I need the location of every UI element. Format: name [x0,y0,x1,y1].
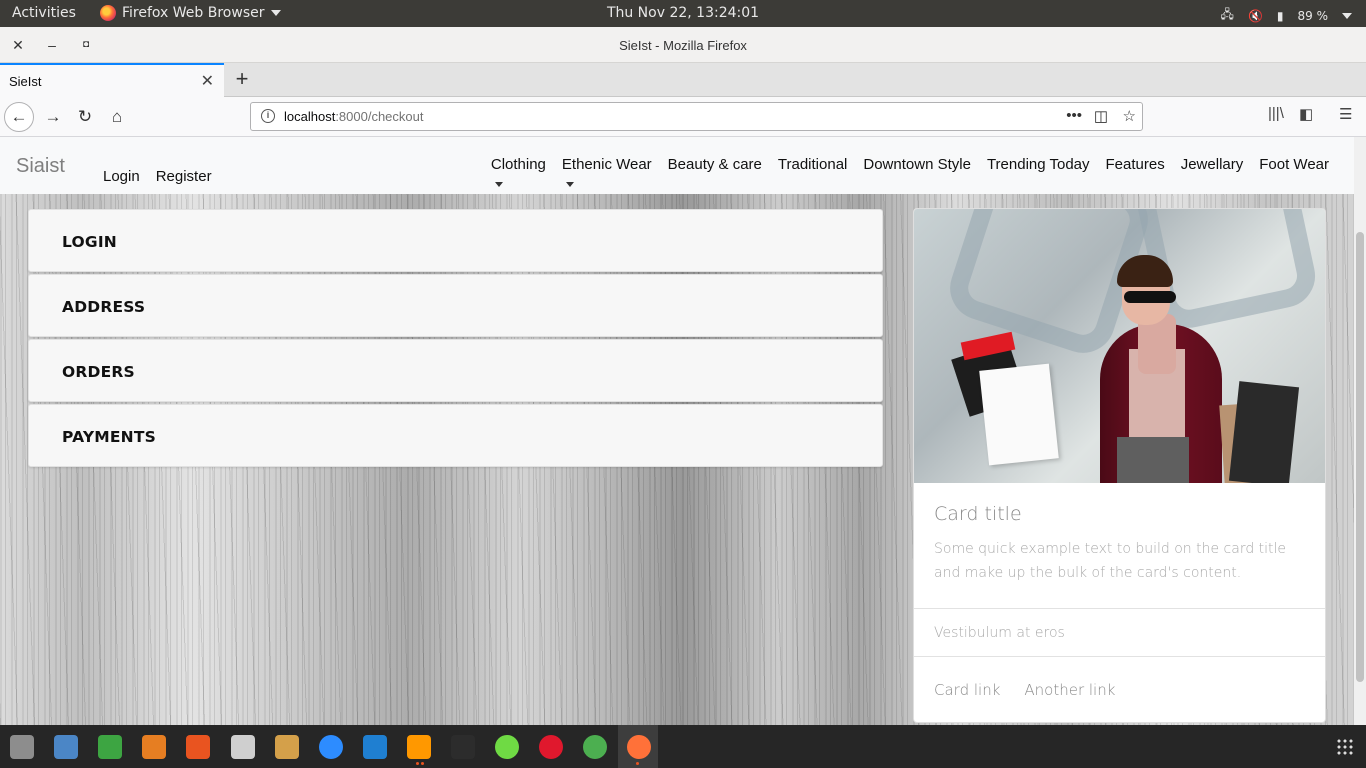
menu-item-traditional[interactable]: Traditional [778,156,847,173]
url-path: :8000/checkout [335,109,424,124]
card-title: Card title [934,503,1022,525]
card-image [914,209,1325,483]
close-tab-icon[interactable]: ✕ [201,71,214,91]
running-indicator [421,762,424,765]
menu-item-clothing[interactable]: Clothing [490,156,546,187]
pocket-icon[interactable]: ◫ [1094,107,1108,125]
checkout-accordion: LOGIN ADDRESS ORDERS PAYMENTS [28,209,883,469]
taskbar-dock [0,725,1366,768]
sublime-icon[interactable] [407,735,431,759]
terminal-icon[interactable] [451,735,475,759]
show-applications-icon[interactable] [1336,738,1354,756]
auth-links: Login Register [103,168,212,185]
url-host: localhost [284,109,336,124]
presentation-icon[interactable] [142,735,166,759]
menu-label: Clothing [490,156,546,173]
clock[interactable]: Thu Nov 22, 13:24:01 [0,5,1366,21]
window-titlebar: ✕ – ◘ SieIst - Mozilla Firefox [0,27,1366,63]
network-icon: 🖧 [1220,7,1234,21]
forward-button[interactable]: → [38,102,68,132]
menu-label: Ethenic Wear [561,156,652,173]
category-menu: Clothing Ethenic Wear Beauty & care Trad… [490,156,1329,187]
accordion-orders[interactable]: ORDERS [28,339,883,402]
vscode-icon[interactable] [363,735,387,759]
reload-button[interactable]: ↻ [70,102,100,132]
tab-title: SieIst [9,74,42,89]
card-list-item: Vestibulum at eros [914,608,1325,657]
running-indicator [636,762,639,765]
card-link[interactable]: Card link [934,681,1000,699]
image-viewer-icon[interactable] [54,735,78,759]
tab-strip: SieIst ✕ + [0,63,1366,97]
model-sunglasses [1124,291,1176,303]
battery-level: 89 % [1297,8,1329,23]
accordion-label: ORDERS [62,363,135,381]
menu-item-jewellary[interactable]: Jewellary [1181,156,1244,173]
zoom-icon[interactable] [319,735,343,759]
chrome-icon[interactable] [583,735,607,759]
page-scrollbar[interactable] [1354,137,1366,725]
new-tab-button[interactable]: + [230,66,254,92]
card-body: Card title Some quick example text to bu… [914,483,1325,608]
firefox-icon[interactable] [627,735,651,759]
upwork-icon[interactable] [495,735,519,759]
dropdown-caret-icon [494,182,503,187]
menu-item-beauty-care[interactable]: Beauty & care [668,156,762,173]
lock-icon[interactable] [275,735,299,759]
site-brand[interactable]: Siaist [16,155,65,178]
home-button[interactable]: ⌂ [102,102,132,132]
url-text[interactable]: localhost:8000/checkout [284,109,424,124]
menu-item-features[interactable]: Features [1106,156,1165,173]
register-link[interactable]: Register [156,168,212,185]
volume-icon: 🔇 [1247,8,1263,23]
login-link[interactable]: Login [103,168,140,185]
accordion-address[interactable]: ADDRESS [28,274,883,337]
opera-icon[interactable] [539,735,563,759]
menu-item-downtown-style[interactable]: Downtown Style [863,156,971,173]
files-icon[interactable] [10,735,34,759]
scrollbar-thumb[interactable] [1356,232,1364,682]
accordion-login[interactable]: LOGIN [28,209,883,272]
site-info-icon[interactable]: i [261,109,275,123]
window-title: SieIst - Mozilla Firefox [619,38,747,53]
sidebar-icon[interactable]: ◧ [1299,105,1313,123]
chevron-down-icon [1342,12,1352,19]
url-bar[interactable]: i localhost:8000/checkout ••• ◫ ☆ [250,102,1143,131]
menu-item-foot-wear[interactable]: Foot Wear [1259,156,1329,173]
system-tray[interactable]: 🖧 🔇 ▮ 89 % [1221,5,1352,26]
back-button[interactable]: ← [4,102,34,132]
navigation-toolbar: ← → ↻ ⌂ i localhost:8000/checkout ••• ◫ … [0,97,1366,137]
software-center-icon[interactable] [186,735,210,759]
model-skirt [1117,437,1189,483]
card-links: Card link Another link [914,657,1325,699]
settings-tool-icon[interactable] [231,735,255,759]
running-indicator [416,762,419,765]
dropdown-caret-icon [565,182,574,187]
accordion-label: PAYMENTS [62,428,156,446]
shopping-bag [979,363,1059,466]
accordion-payments[interactable]: PAYMENTS [28,404,883,467]
shopping-bag [1228,381,1300,483]
menu-item-ethenic-wear[interactable]: Ethenic Wear [561,156,652,187]
page-actions-icon[interactable]: ••• [1066,107,1082,124]
page-viewport: Siaist Login Register Clothing Ethenic W… [0,137,1366,725]
bookmark-star-icon[interactable]: ☆ [1123,107,1136,125]
site-navbar: Siaist Login Register Clothing Ethenic W… [0,137,1354,194]
card-text: Some quick example text to build on the … [934,541,1287,581]
library-icon[interactable]: |||\ [1268,105,1284,122]
browser-tab[interactable]: SieIst ✕ [0,63,224,97]
accordion-label: ADDRESS [62,298,146,316]
spreadsheet-icon[interactable] [98,735,122,759]
system-top-bar: Activities Firefox Web Browser Thu Nov 2… [0,0,1366,27]
accordion-label: LOGIN [62,233,117,251]
hamburger-menu-icon[interactable]: ☰ [1339,105,1352,123]
product-card: Card title Some quick example text to bu… [913,208,1326,723]
another-link[interactable]: Another link [1024,681,1115,699]
battery-icon: ▮ [1276,8,1284,23]
menu-item-trending-today[interactable]: Trending Today [987,156,1090,173]
